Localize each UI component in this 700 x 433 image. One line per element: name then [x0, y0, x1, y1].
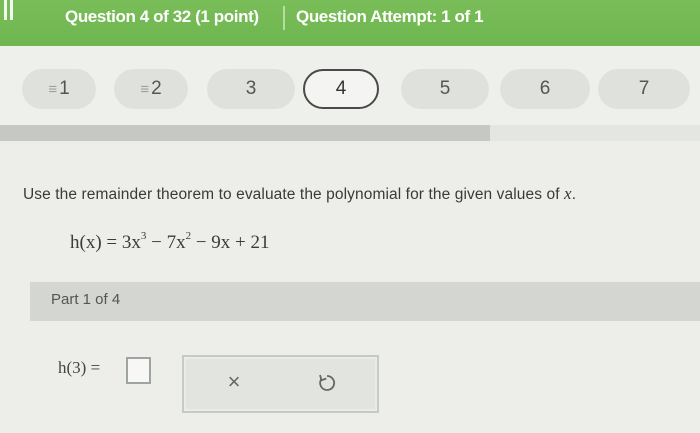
question-pill-4[interactable]: 4 — [303, 69, 379, 109]
answer-label: h(3) = — [58, 358, 101, 377]
equation-lhs: h(x) = 3x — [70, 232, 141, 253]
header-divider — [283, 6, 285, 30]
pill-label: 7 — [638, 78, 650, 99]
polynomial-equation: h(x) = 3x3 − 7x2 − 9x + 21 — [70, 230, 270, 254]
question-pill-5[interactable]: 5 — [401, 69, 489, 109]
question-pill-3[interactable]: 3 — [207, 69, 295, 109]
question-pill-1[interactable]: ≡ 1 — [22, 69, 96, 109]
menu-icon[interactable] — [4, 0, 18, 20]
pill-label: 6 — [539, 78, 551, 99]
answer-input[interactable] — [126, 357, 151, 384]
question-instruction: Use the remainder theorem to evaluate th… — [23, 184, 576, 204]
equation-middle: − 7x — [146, 232, 186, 253]
question-title: Question 4 of 32 (1 point) — [65, 7, 259, 26]
part-label: Part 1 of 4 — [51, 291, 121, 308]
top-bar: Question 4 of 32 (1 point) Question Atte… — [0, 0, 700, 46]
answered-icon: ≡ — [140, 80, 150, 98]
progress-bar — [0, 125, 700, 141]
question-pill-7[interactable]: 7 — [598, 69, 690, 109]
instruction-variable: x — [564, 184, 572, 203]
attempt-counter: Question Attempt: 1 of 1 — [296, 7, 484, 26]
pill-label: 3 — [245, 78, 257, 99]
undo-icon[interactable] — [317, 372, 337, 394]
instruction-text: Use the remainder theorem to evaluate th… — [23, 186, 560, 203]
answer-tools — [186, 359, 375, 409]
instruction-period: . — [571, 186, 577, 203]
pill-label: 4 — [335, 78, 347, 99]
pill-label: 1 — [59, 78, 70, 99]
pill-label: 2 — [151, 78, 162, 99]
progress-fill — [0, 125, 490, 141]
question-pill-6[interactable]: 6 — [500, 69, 590, 109]
question-pill-2[interactable]: ≡ 2 — [114, 69, 188, 109]
part-header — [30, 282, 700, 321]
answered-icon: ≡ — [48, 80, 58, 98]
equation-tail: − 9x + 21 — [191, 232, 270, 253]
clear-button[interactable]: × — [222, 370, 246, 394]
pill-label: 5 — [439, 78, 451, 99]
